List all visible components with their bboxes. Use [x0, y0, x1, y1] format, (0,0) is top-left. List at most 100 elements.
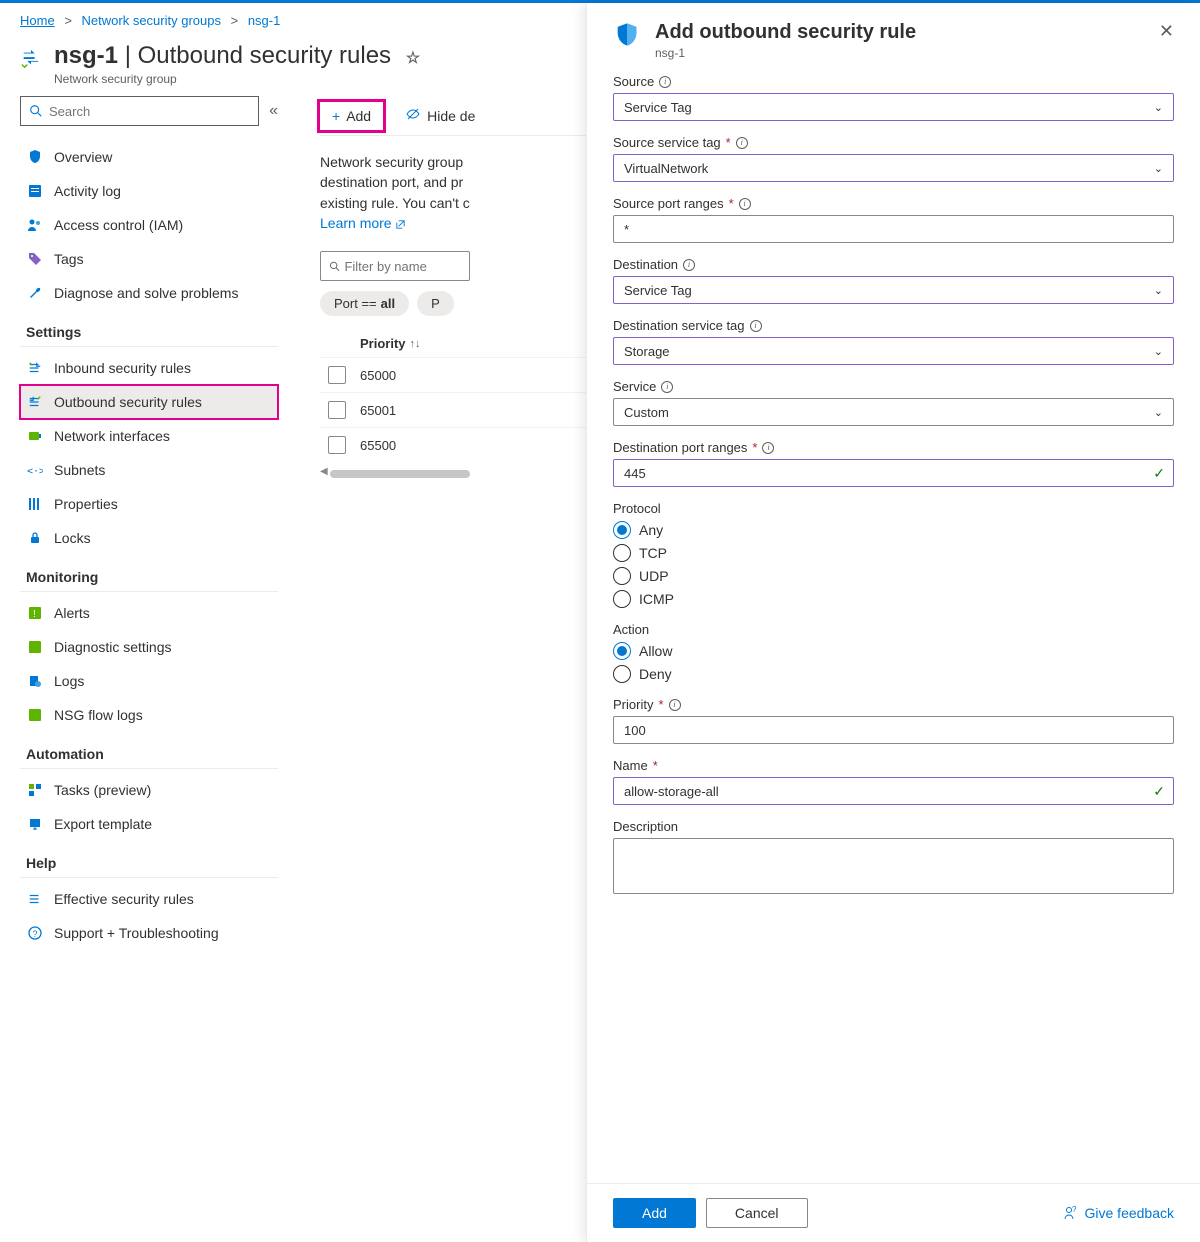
nic-icon	[26, 427, 44, 445]
nav-label: Inbound security rules	[54, 360, 191, 376]
panel-cancel-button[interactable]: Cancel	[706, 1198, 808, 1228]
row-checkbox[interactable]	[328, 401, 346, 419]
resource-type: Network security group	[54, 72, 420, 86]
action-label: Action	[613, 622, 1174, 637]
nav-label: Support + Troubleshooting	[54, 925, 219, 941]
description-input[interactable]	[613, 838, 1174, 894]
close-button[interactable]: ✕	[1159, 21, 1174, 42]
radio-button[interactable]	[613, 567, 631, 585]
priority-input[interactable]: 100	[613, 716, 1174, 744]
tasks-icon	[26, 781, 44, 799]
add-button[interactable]: + Add	[320, 102, 383, 130]
row-checkbox[interactable]	[328, 436, 346, 454]
breadcrumb-groups[interactable]: Network security groups	[82, 13, 221, 28]
nav-label: Logs	[54, 673, 84, 689]
svg-text:<·>: <·>	[27, 466, 43, 477]
row-checkbox[interactable]	[328, 366, 346, 384]
nav-outbound-rules[interactable]: Outbound security rules	[20, 385, 278, 419]
nav-support[interactable]: ?Support + Troubleshooting	[20, 916, 278, 950]
lock-icon	[26, 529, 44, 547]
dest-port-input[interactable]: 445✓	[613, 459, 1174, 487]
action-allow[interactable]: Allow	[613, 642, 1174, 660]
info-icon[interactable]: i	[659, 76, 671, 88]
nav-diagnostic-settings[interactable]: Diagnostic settings	[20, 630, 278, 664]
nav-tasks[interactable]: Tasks (preview)	[20, 773, 278, 807]
add-label: Add	[346, 108, 371, 124]
nav-locks[interactable]: Locks	[20, 521, 278, 555]
collapse-sidebar-button[interactable]: «	[269, 102, 278, 120]
nav-label: Tasks (preview)	[54, 782, 151, 798]
nav-diagnose[interactable]: Diagnose and solve problems	[20, 276, 278, 310]
log-icon	[26, 182, 44, 200]
nav-section-help: Help	[20, 841, 278, 878]
nav-subnets[interactable]: <·>Subnets	[20, 453, 278, 487]
info-icon[interactable]: i	[661, 381, 673, 393]
protocol-udp[interactable]: UDP	[613, 567, 1174, 585]
export-icon	[26, 815, 44, 833]
source-select[interactable]: Service Tag⌄	[613, 93, 1174, 121]
nav-access-control[interactable]: Access control (IAM)	[20, 208, 278, 242]
give-feedback-link[interactable]: ? Give feedback	[1063, 1205, 1175, 1221]
breadcrumb-home[interactable]: Home	[20, 13, 55, 28]
filter-input[interactable]	[320, 251, 470, 281]
nav-network-interfaces[interactable]: Network interfaces	[20, 419, 278, 453]
nav-label: Overview	[54, 149, 112, 165]
shield-icon	[26, 148, 44, 166]
info-icon[interactable]: i	[739, 198, 751, 210]
source-service-tag-label: Source service tag*i	[613, 135, 1174, 150]
person-icon: ?	[1063, 1205, 1079, 1221]
source-port-input[interactable]: *	[613, 215, 1174, 243]
info-icon[interactable]: i	[683, 259, 695, 271]
dest-service-tag-select[interactable]: Storage⌄	[613, 337, 1174, 365]
people-icon	[26, 216, 44, 234]
nav-label: Access control (IAM)	[54, 217, 183, 233]
protocol-tcp[interactable]: TCP	[613, 544, 1174, 562]
cell-priority: 65001	[360, 403, 396, 418]
panel-add-button[interactable]: Add	[613, 1198, 696, 1228]
action-deny[interactable]: Deny	[613, 665, 1174, 683]
nav-overview[interactable]: Overview	[20, 140, 278, 174]
radio-button[interactable]	[613, 590, 631, 608]
chevron-down-icon: ⌄	[1154, 284, 1163, 297]
service-select[interactable]: Custom⌄	[613, 398, 1174, 426]
nav-label: Activity log	[54, 183, 121, 199]
nav-alerts[interactable]: !Alerts	[20, 596, 278, 630]
horizontal-scrollbar[interactable]	[330, 470, 470, 478]
info-icon[interactable]: i	[669, 699, 681, 711]
breadcrumb-current[interactable]: nsg-1	[248, 13, 281, 28]
info-icon[interactable]: i	[736, 137, 748, 149]
radio-button[interactable]	[613, 544, 631, 562]
priority-label: Priority*i	[613, 697, 1174, 712]
nav-flow-logs[interactable]: NSG flow logs	[20, 698, 278, 732]
sidebar-search-input[interactable]	[49, 104, 250, 119]
destination-select[interactable]: Service Tag⌄	[613, 276, 1174, 304]
logs-icon	[26, 672, 44, 690]
source-service-tag-select[interactable]: VirtualNetwork⌄	[613, 154, 1174, 182]
nav-logs[interactable]: Logs	[20, 664, 278, 698]
nav-activity-log[interactable]: Activity log	[20, 174, 278, 208]
learn-more-link[interactable]: Learn more	[320, 215, 406, 231]
sidebar-search[interactable]	[20, 96, 259, 126]
nav-label: Effective security rules	[54, 891, 194, 907]
protocol-any[interactable]: Any	[613, 521, 1174, 539]
info-icon[interactable]: i	[762, 442, 774, 454]
nav-effective-rules[interactable]: Effective security rules	[20, 882, 278, 916]
radio-button[interactable]	[613, 642, 631, 660]
protocol-icmp[interactable]: ICMP	[613, 590, 1174, 608]
hide-button[interactable]: Hide de	[393, 100, 487, 131]
nav-tags[interactable]: Tags	[20, 242, 278, 276]
filter-field[interactable]	[344, 259, 461, 274]
filter-pill-port[interactable]: Port ==all	[320, 291, 409, 316]
nav-section-automation: Automation	[20, 732, 278, 769]
nav-properties[interactable]: Properties	[20, 487, 278, 521]
tag-icon	[26, 250, 44, 268]
radio-button[interactable]	[613, 521, 631, 539]
nav-inbound-rules[interactable]: Inbound security rules	[20, 351, 278, 385]
outbound-icon	[26, 393, 44, 411]
name-input[interactable]: allow-storage-all✓	[613, 777, 1174, 805]
filter-pill-more[interactable]: P	[417, 291, 454, 316]
nav-export-template[interactable]: Export template	[20, 807, 278, 841]
info-icon[interactable]: i	[750, 320, 762, 332]
panel-title: Add outbound security rule	[655, 21, 916, 44]
radio-button[interactable]	[613, 665, 631, 683]
